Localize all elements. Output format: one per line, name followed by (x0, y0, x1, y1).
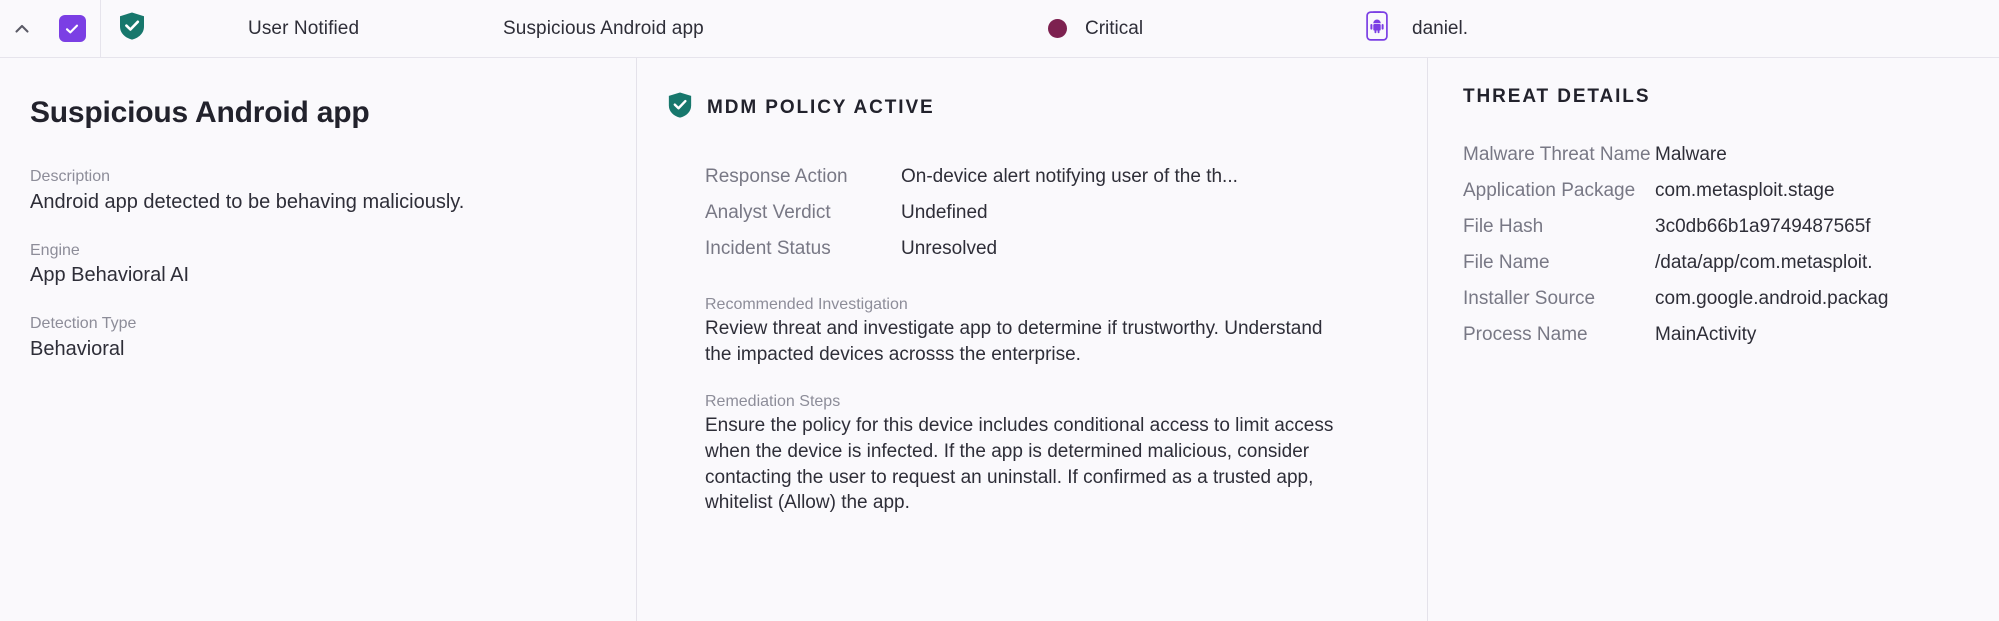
td-value: Malware (1655, 144, 1727, 165)
checkbox-checked-icon (58, 15, 86, 42)
field-value: Behavioral (30, 337, 125, 360)
remediation-steps-block: Remediation Steps Ensure the policy for … (637, 393, 1427, 516)
threat-details-column: THREAT DETAILS Malware Threat Name Malwa… (1427, 58, 1999, 621)
td-row-installer-source: Installer Source com.google.android.pack… (1463, 288, 1999, 310)
chevron-up-icon (12, 19, 32, 39)
field-label: Detection Type (30, 315, 137, 333)
mitigation-status-icon-cell[interactable] (101, 0, 163, 58)
recommended-investigation-text: Review threat and investigate app to det… (705, 318, 1323, 365)
kv-row-response-action: Response Action On-device alert notifyin… (705, 166, 1427, 188)
td-key: Malware Threat Name (1463, 144, 1651, 165)
field-label: Description (30, 168, 111, 185)
field-detection-type: Detection Type Behavioral (30, 313, 606, 363)
kv-value: Unresolved (901, 238, 998, 259)
remediation-steps-label: Remediation Steps (705, 393, 841, 411)
td-value: /data/app/com.metasploit. (1655, 252, 1873, 273)
kv-value: Undefined (901, 202, 988, 223)
overview-column: Suspicious Android app Description Andro… (0, 58, 636, 621)
td-value: com.metasploit.stage (1655, 180, 1835, 201)
field-value: Android app detected to be behaving mali… (30, 190, 465, 213)
mobile-android-icon (1366, 10, 1388, 47)
collapse-toggle[interactable] (0, 0, 44, 58)
mdm-policy-title: MDM POLICY ACTIVE (707, 96, 935, 118)
field-engine: Engine App Behavioral AI (30, 240, 606, 290)
severity-cell[interactable]: Critical (1048, 0, 1308, 58)
recommended-investigation-label: Recommended Investigation (705, 296, 908, 313)
td-row-process-name: Process Name MainActivity (1463, 324, 1999, 346)
endpoint-cell[interactable]: daniel. (1308, 0, 1468, 58)
field-description: Description Android app detected to be b… (30, 166, 606, 216)
page-title: Suspicious Android app (30, 96, 370, 129)
td-row-file-name: File Name /data/app/com.metasploit. (1463, 252, 1999, 274)
threat-details-fields: Malware Threat Name Malware Application … (1428, 144, 1999, 346)
threat-details-title: THREAT DETAILS (1463, 86, 1651, 107)
field-value: App Behavioral AI (30, 264, 189, 287)
kv-value: On-device alert notifying user of the th… (901, 166, 1238, 187)
td-row-file-hash: File Hash 3c0db66b1a9749487565f (1463, 216, 1999, 238)
threat-detail-panel: Suspicious Android app Description Andro… (0, 58, 1999, 621)
kv-row-incident-status: Incident Status Unresolved (705, 238, 1427, 260)
severity-label: Critical (1085, 17, 1144, 39)
endpoint-name: daniel. (1412, 17, 1468, 39)
mdm-policy-fields: Response Action On-device alert notifyin… (637, 166, 1427, 260)
kv-key: Analyst Verdict (705, 202, 831, 223)
td-value: 3c0db66b1a9749487565f (1655, 216, 1871, 237)
kv-row-analyst-verdict: Analyst Verdict Undefined (705, 202, 1427, 224)
td-key: File Name (1463, 252, 1550, 273)
remediation-steps-text: Ensure the policy for this device includ… (705, 415, 1334, 514)
threat-name-cell[interactable]: Suspicious Android app (408, 0, 1048, 58)
kv-key: Incident Status (705, 238, 831, 259)
td-key: File Hash (1463, 216, 1544, 237)
mdm-policy-header: MDM POLICY ACTIVE (637, 91, 1427, 124)
shield-check-icon (667, 91, 693, 124)
mdm-policy-column: MDM POLICY ACTIVE Response Action On-dev… (636, 58, 1427, 621)
recommended-investigation-block: Recommended Investigation Review threat … (637, 296, 1427, 367)
row-select-checkbox[interactable] (44, 0, 100, 58)
threat-row-header: User Notified Suspicious Android app Cri… (0, 0, 1999, 58)
shield-check-icon (118, 11, 146, 46)
td-key: Process Name (1463, 324, 1588, 345)
kv-key: Response Action (705, 166, 848, 187)
td-row-application-package: Application Package com.metasploit.stage (1463, 180, 1999, 202)
field-label: Engine (30, 241, 80, 259)
td-key: Installer Source (1463, 288, 1596, 309)
threat-status-cell[interactable]: User Notified (163, 0, 408, 58)
td-value: com.google.android.packag (1655, 288, 1889, 309)
td-row-malware-threat-name: Malware Threat Name Malware (1463, 144, 1999, 166)
severity-dot-icon (1048, 19, 1067, 38)
td-value: MainActivity (1655, 324, 1757, 345)
td-key: Application Package (1463, 180, 1636, 201)
